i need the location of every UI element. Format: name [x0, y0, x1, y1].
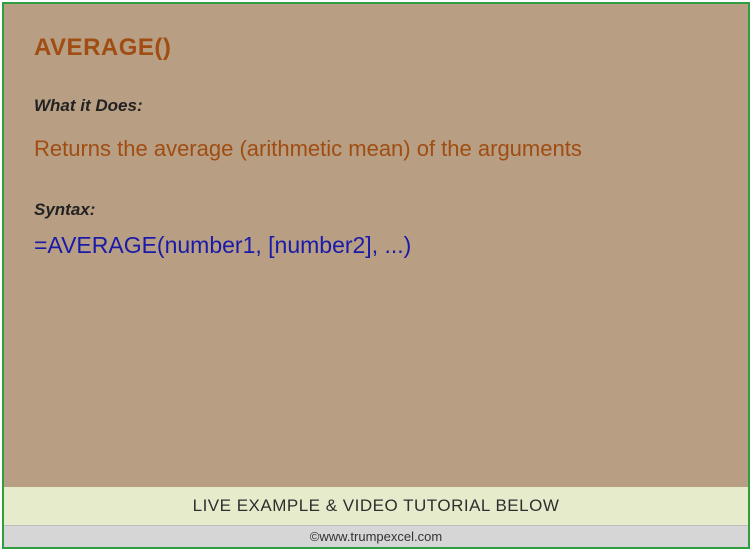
- syntax-value: =AVERAGE(number1, [number2], ...): [34, 232, 718, 259]
- card-content: AVERAGE() What it Does: Returns the aver…: [4, 4, 748, 487]
- what-it-does-label: What it Does:: [34, 96, 718, 116]
- tutorial-banner: LIVE EXAMPLE & VIDEO TUTORIAL BELOW: [4, 487, 748, 525]
- function-title: AVERAGE(): [34, 34, 718, 62]
- credit-line: ©www.trumpexcel.com: [4, 525, 748, 547]
- function-description: Returns the average (arithmetic mean) of…: [34, 128, 718, 170]
- function-card: AVERAGE() What it Does: Returns the aver…: [2, 2, 750, 549]
- syntax-label: Syntax:: [34, 200, 718, 220]
